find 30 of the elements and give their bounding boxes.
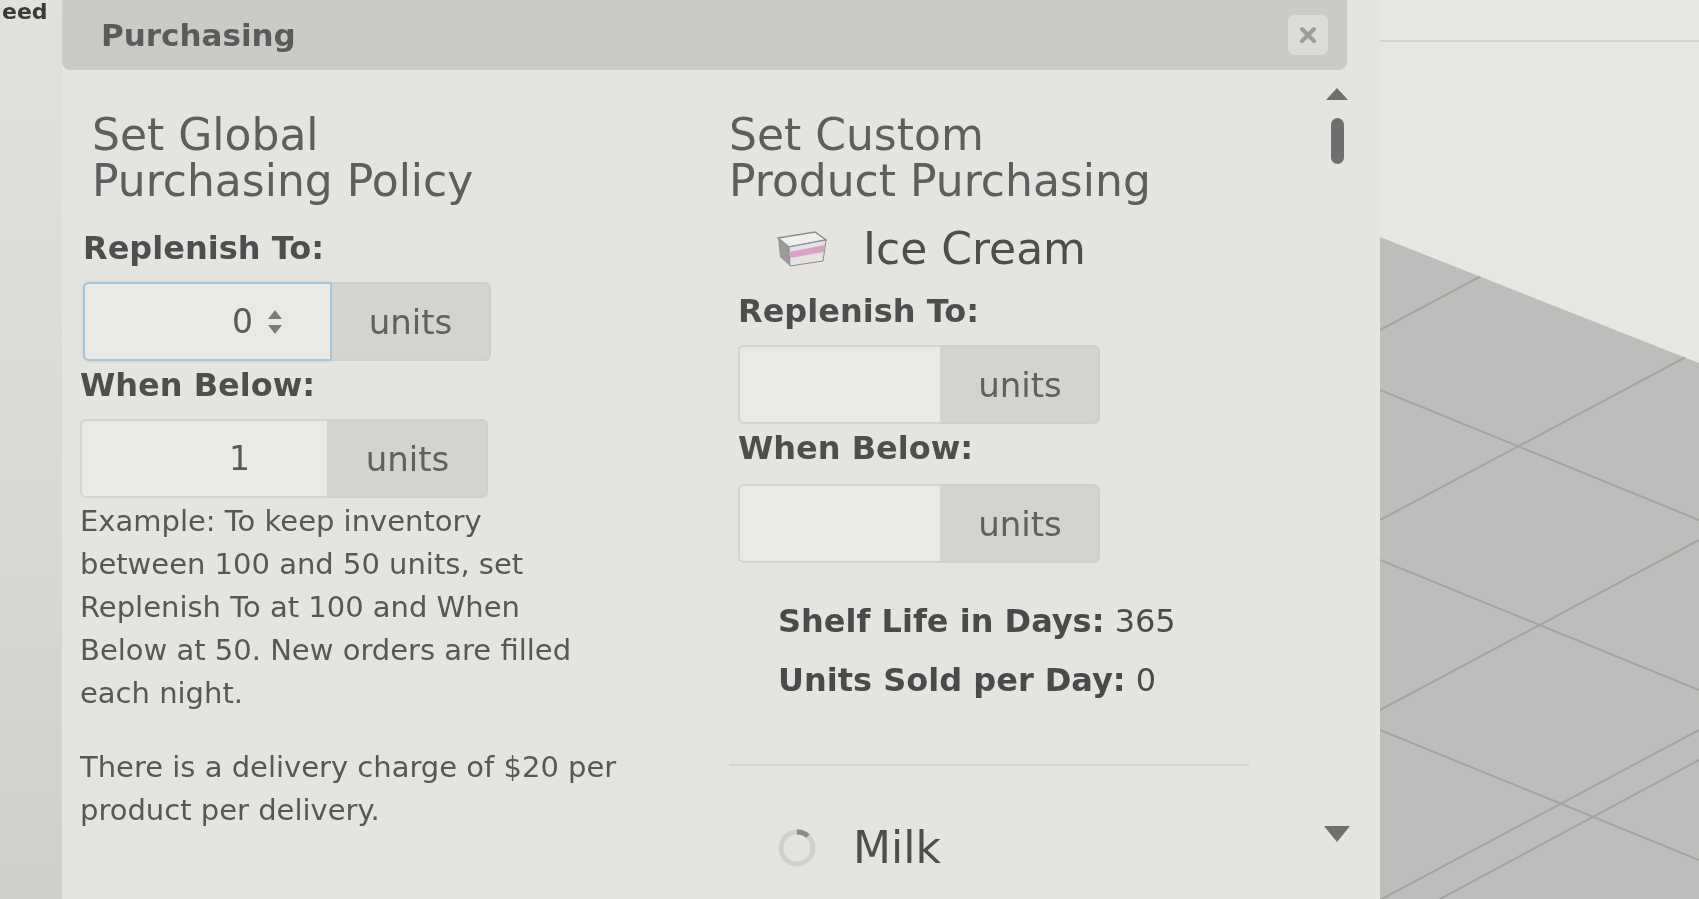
scroll-up-icon[interactable] — [1326, 88, 1348, 100]
scroll-down-icon[interactable] — [1324, 826, 1350, 842]
number-input[interactable] — [738, 345, 942, 424]
field-label: When Below: — [80, 367, 316, 403]
unit-label: units — [942, 345, 1100, 424]
number-input[interactable] — [738, 484, 942, 563]
field-label: Replenish To: — [738, 293, 979, 329]
number-input[interactable]: 0 — [83, 282, 332, 361]
field-label: When Below: — [738, 430, 974, 466]
ice-cream-tub-icon — [777, 230, 827, 268]
note-text: There is a delivery charge of $20 per product per delivery. — [80, 749, 618, 829]
scrollbar-thumb[interactable] — [1330, 118, 1344, 164]
unit-label: units — [332, 282, 491, 361]
stat-text: Units Sold per Day: 0 — [778, 662, 1157, 698]
product-name: Ice Cream — [863, 224, 1086, 274]
close-icon — [1299, 26, 1317, 44]
window-title: Purchasing — [101, 17, 296, 53]
background-text: eed — [1, 0, 48, 24]
unit-label: units — [942, 484, 1100, 563]
section-heading: Set Custom Product Purchasing — [729, 112, 1151, 204]
ring-icon — [777, 828, 817, 868]
field-label: Replenish To: — [83, 230, 324, 266]
section-heading: Set Global Purchasing Policy — [92, 112, 474, 204]
close-button[interactable] — [1288, 15, 1328, 55]
unit-label: units — [329, 419, 488, 498]
product-name: Milk — [853, 823, 941, 873]
note-text: Example: To keep inventory between 100 and 50 units, set Replenish To at 100 and When Below at 50. New orders are filled each night. — [80, 503, 573, 712]
number-input[interactable]: 1 — [80, 419, 329, 498]
stat-text: Shelf Life in Days: 365 — [778, 603, 1176, 639]
spinner-arrows-icon[interactable] — [267, 308, 283, 335]
